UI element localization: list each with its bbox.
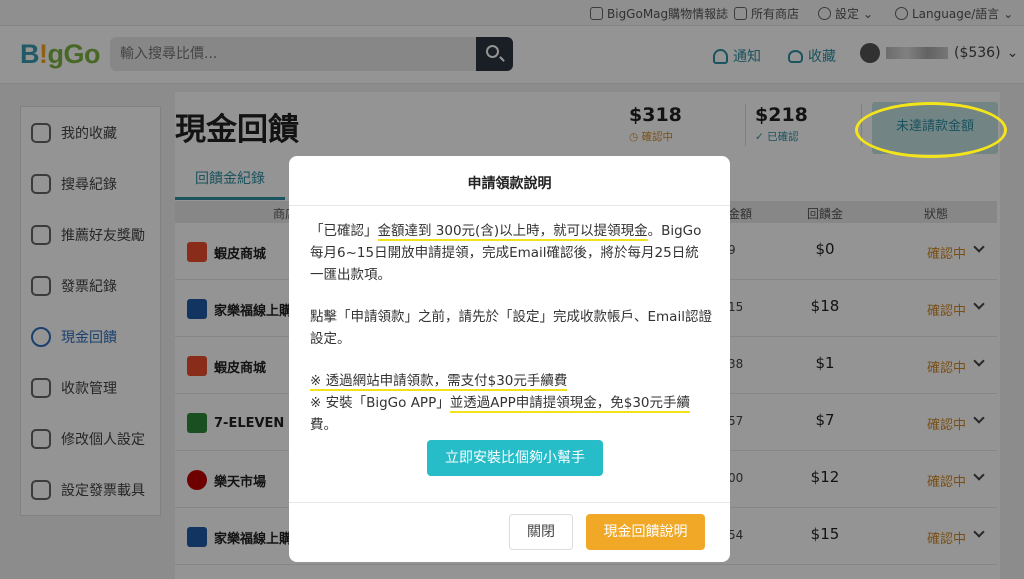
dialog-body: 「已確認」金額達到 300元(含)以上時，就可以提領現金。BigGo每月6~15… <box>310 220 712 436</box>
paragraph-1: 「已確認」金額達到 300元(含)以上時，就可以提領現金。BigGo每月6~15… <box>310 223 702 283</box>
note-1: ※ 透過網站申請領款，需支付$30元手續費 <box>310 373 568 391</box>
paragraph-2: 點擊「申請領款」之前，請先於「設定」完成收款帳戶、Email認證設定。 <box>310 309 712 347</box>
cashback-info-button[interactable]: 現金回饋說明 <box>586 514 705 550</box>
close-button[interactable]: 關閉 <box>509 514 573 550</box>
divider <box>289 502 730 503</box>
dialog-title: 申請領款說明 <box>467 176 552 192</box>
divider <box>289 205 730 206</box>
install-app-button[interactable]: 立即安裝比個夠小幫手 <box>427 440 603 476</box>
highlight-annotation <box>855 102 1007 158</box>
note-2: ※ 安裝「BigGo APP」並透過APP申請提領現金，免$30元手續費。 <box>310 395 691 433</box>
withdraw-info-dialog: 申請領款說明 「已確認」金額達到 300元(含)以上時，就可以提領現金。BigG… <box>289 156 730 562</box>
